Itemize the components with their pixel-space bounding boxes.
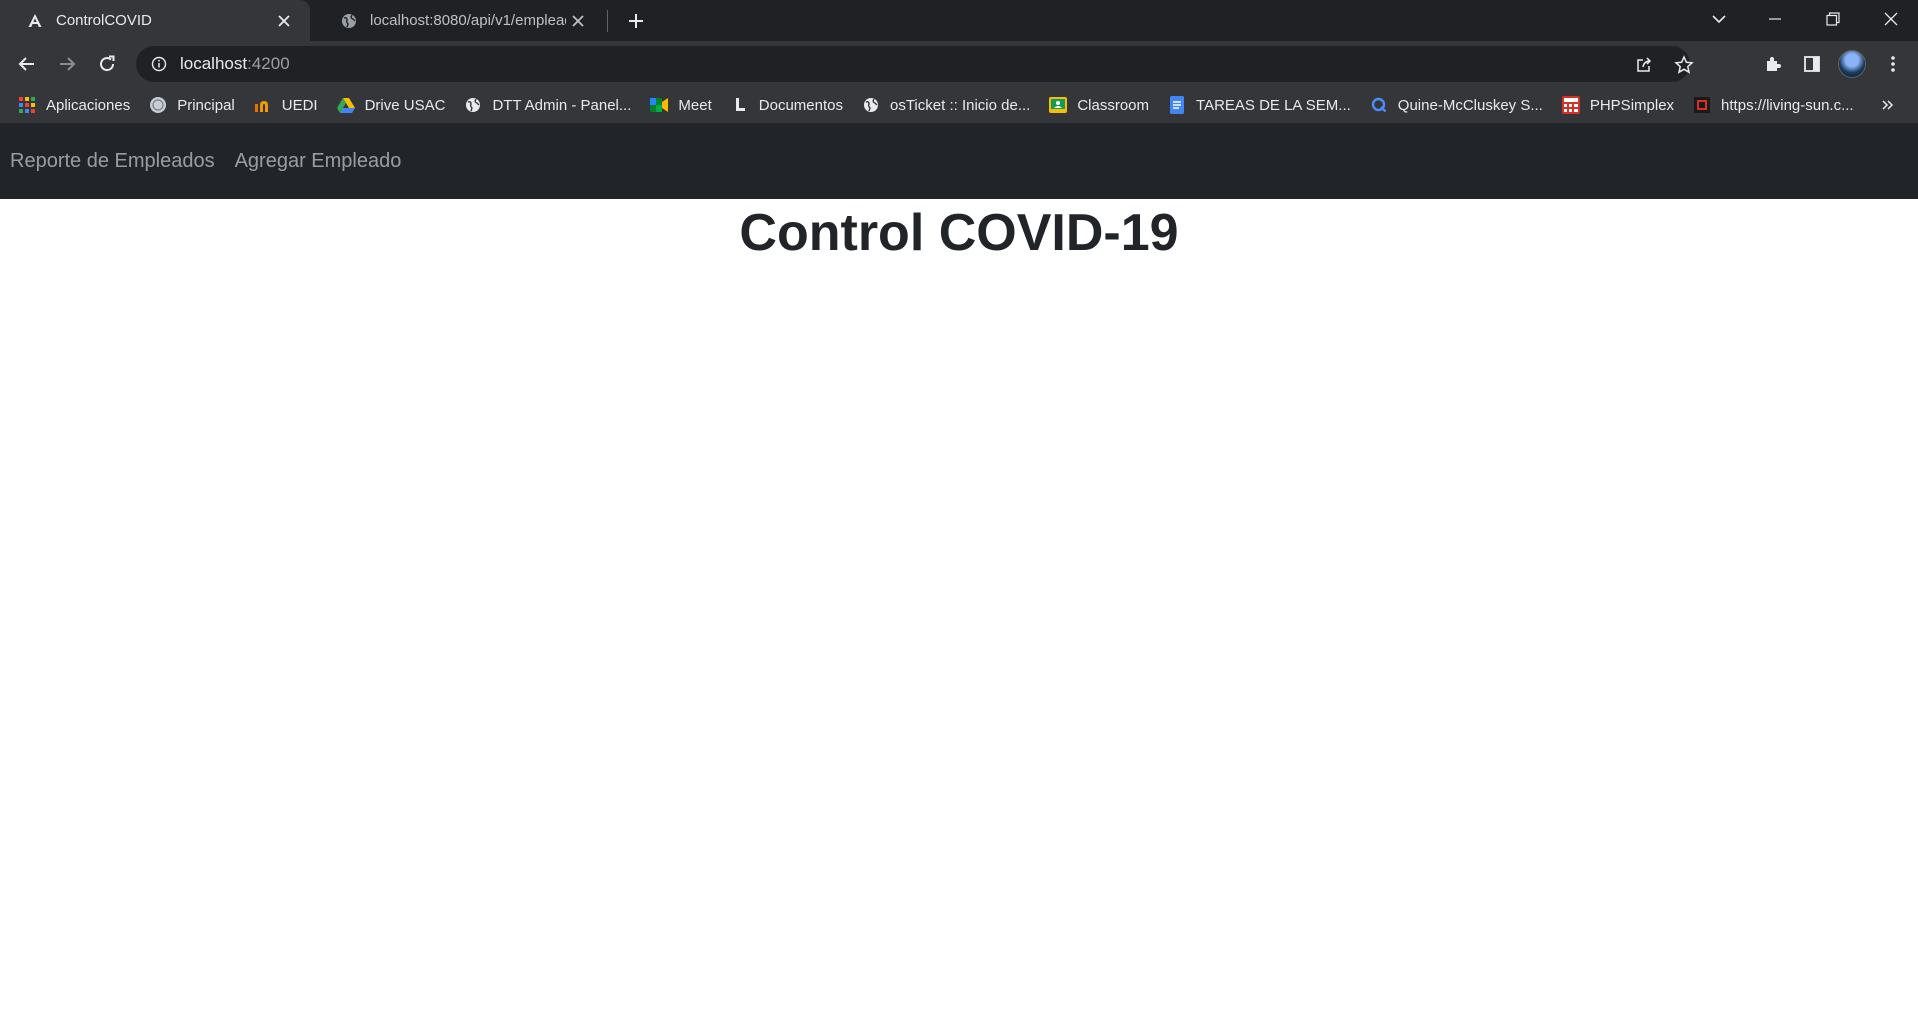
new-tab-button[interactable] — [624, 9, 648, 33]
bookmark-dtt-admin[interactable]: DTT Admin - Panel... — [464, 91, 641, 119]
document-icon — [731, 96, 749, 114]
bookmark-uedi[interactable]: UEDI — [254, 91, 328, 119]
bookmark-quine-mccluskey[interactable]: Quine-McCluskey S... — [1370, 91, 1553, 119]
site-info-icon[interactable] — [150, 55, 168, 73]
page-title: Control COVID-19 — [739, 204, 1179, 262]
angular-icon — [26, 12, 44, 30]
bookmark-label: Classroom — [1077, 96, 1150, 114]
drive-icon — [336, 96, 355, 114]
bookmark-meet[interactable]: Meet — [650, 91, 721, 119]
bookmark-drive-usac[interactable]: Drive USAC — [336, 91, 456, 119]
app-navbar: Reporte de Empleados Agregar Empleado — [0, 123, 1918, 199]
web-page: Reporte de Empleados Agregar Empleado Co… — [0, 123, 1918, 1030]
address-bar[interactable]: localhost:4200 — [136, 46, 1694, 82]
globe-icon — [340, 12, 358, 30]
square-icon — [1693, 96, 1711, 114]
bookmark-label: Drive USAC — [364, 96, 446, 114]
uedi-icon — [254, 96, 272, 114]
nav-link-reporte-empleados[interactable]: Reporte de Empleados — [10, 150, 215, 173]
close-tab-icon[interactable] — [272, 9, 296, 33]
meet-icon — [650, 96, 669, 114]
tab-api-empleados[interactable]: localhost:8080/api/v1/empleados — [314, 0, 604, 41]
bookmark-aplicaciones[interactable]: Aplicaciones — [18, 91, 140, 119]
forward-arrow-icon[interactable] — [52, 49, 82, 79]
bookmark-label: https://living-sun.c... — [1721, 96, 1854, 114]
tab-search-chevron-down-icon[interactable] — [1696, 0, 1742, 38]
kebab-menu-icon[interactable] — [1878, 49, 1908, 79]
url-host: localhost — [180, 54, 248, 73]
bookmark-label: Principal — [177, 96, 235, 114]
globe-icon — [464, 96, 482, 114]
bookmarks-overflow-chevron-icon[interactable] — [1876, 93, 1900, 117]
bookmark-classroom[interactable]: Classroom — [1049, 91, 1159, 119]
bookmark-documentos[interactable]: Documentos — [731, 91, 853, 119]
tab-title: ControlCOVID — [56, 12, 152, 29]
bookmark-label: Documentos — [758, 96, 843, 114]
back-arrow-icon[interactable] — [12, 49, 42, 79]
bookmark-label: TAREAS DE LA SEM... — [1196, 96, 1351, 114]
bookmark-osticket[interactable]: osTicket :: Inicio de... — [862, 91, 1040, 119]
tab-separator — [607, 10, 608, 32]
share-icon[interactable] — [1634, 55, 1654, 75]
bookmark-label: Quine-McCluskey S... — [1397, 96, 1543, 114]
apps-grid-icon — [18, 96, 36, 114]
tab-title: localhost:8080/api/v1/empleados — [370, 12, 566, 29]
bookmark-label: Meet — [678, 96, 712, 114]
browser-tab-strip: ControlCOVID localhost:8080/api/v1/emple… — [0, 0, 1918, 41]
bookmark-label: PHPSimplex — [1589, 96, 1675, 114]
bookmark-tareas[interactable]: TAREAS DE LA SEM... — [1168, 91, 1361, 119]
nav-link-agregar-empleado[interactable]: Agregar Empleado — [235, 150, 402, 173]
close-window-icon[interactable] — [1868, 0, 1914, 38]
bookmark-living-sun[interactable]: https://living-sun.c... — [1693, 91, 1864, 119]
seal-icon — [149, 96, 167, 114]
bookmark-star-icon[interactable] — [1674, 55, 1694, 75]
bookmark-label: DTT Admin - Panel... — [492, 96, 632, 114]
docs-icon — [1168, 96, 1186, 114]
bookmark-label: Aplicaciones — [46, 96, 131, 114]
url-text: localhost:4200 — [180, 54, 290, 74]
calculator-icon — [1561, 96, 1580, 114]
classroom-icon — [1049, 96, 1068, 114]
browser-toolbar: localhost:4200 — [0, 41, 1918, 87]
side-panel-icon[interactable] — [1797, 49, 1827, 79]
close-tab-icon[interactable] — [566, 9, 590, 33]
profile-avatar[interactable] — [1838, 50, 1866, 78]
bookmark-label: UEDI — [281, 96, 318, 114]
bookmarks-bar: Aplicaciones Principal UEDI Drive USAC D… — [0, 87, 1918, 123]
tab-controlcovid[interactable]: ControlCOVID — [0, 0, 310, 41]
url-port: :4200 — [247, 54, 290, 73]
extensions-puzzle-icon[interactable] — [1758, 49, 1788, 79]
bookmark-principal[interactable]: Principal — [149, 91, 245, 119]
globe-icon — [862, 96, 880, 114]
bookmark-label: osTicket :: Inicio de... — [889, 96, 1031, 114]
bookmark-phpsimplex[interactable]: PHPSimplex — [1561, 91, 1684, 119]
reload-icon[interactable] — [92, 49, 122, 79]
minimize-window-icon[interactable] — [1752, 0, 1798, 38]
restore-window-icon[interactable] — [1810, 0, 1856, 38]
q-icon — [1370, 96, 1388, 114]
